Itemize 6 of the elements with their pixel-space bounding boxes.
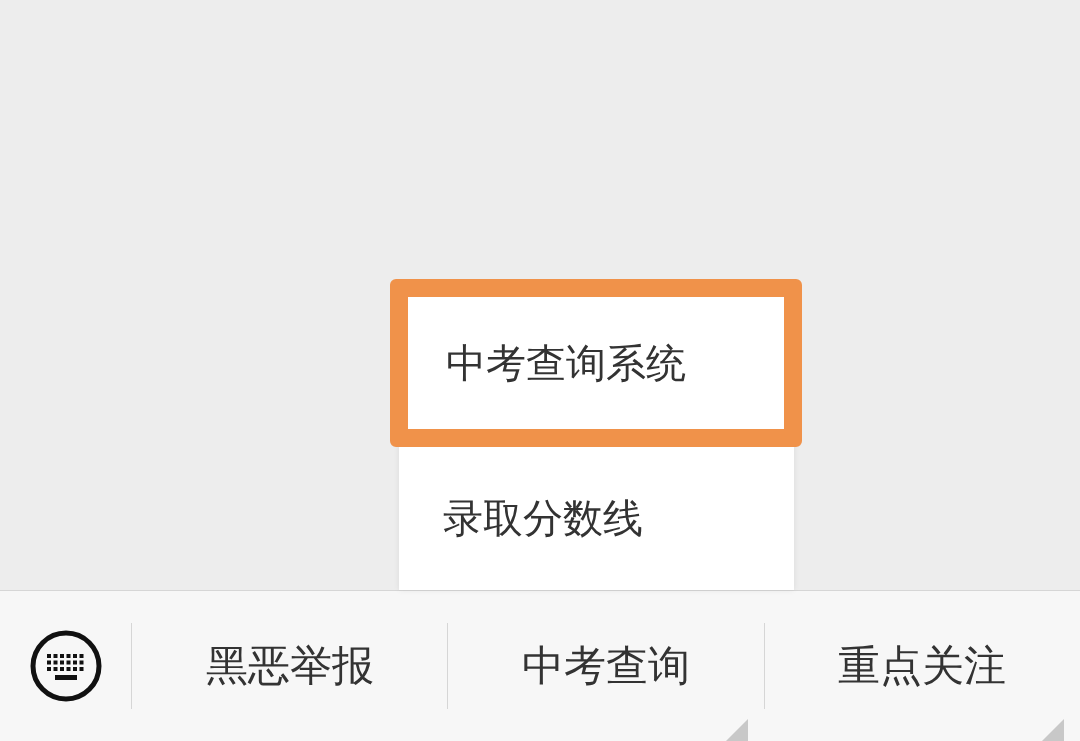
- menu-tab[interactable]: 重点关注: [763, 623, 1080, 709]
- keyboard-icon[interactable]: [29, 630, 102, 702]
- menu-item[interactable]: 中考查询系统: [390, 279, 802, 447]
- menu-tab[interactable]: 中考查询: [447, 623, 764, 709]
- menu-tab[interactable]: 黑恶举报: [132, 623, 448, 709]
- menu-item[interactable]: 录取分数线: [399, 447, 794, 590]
